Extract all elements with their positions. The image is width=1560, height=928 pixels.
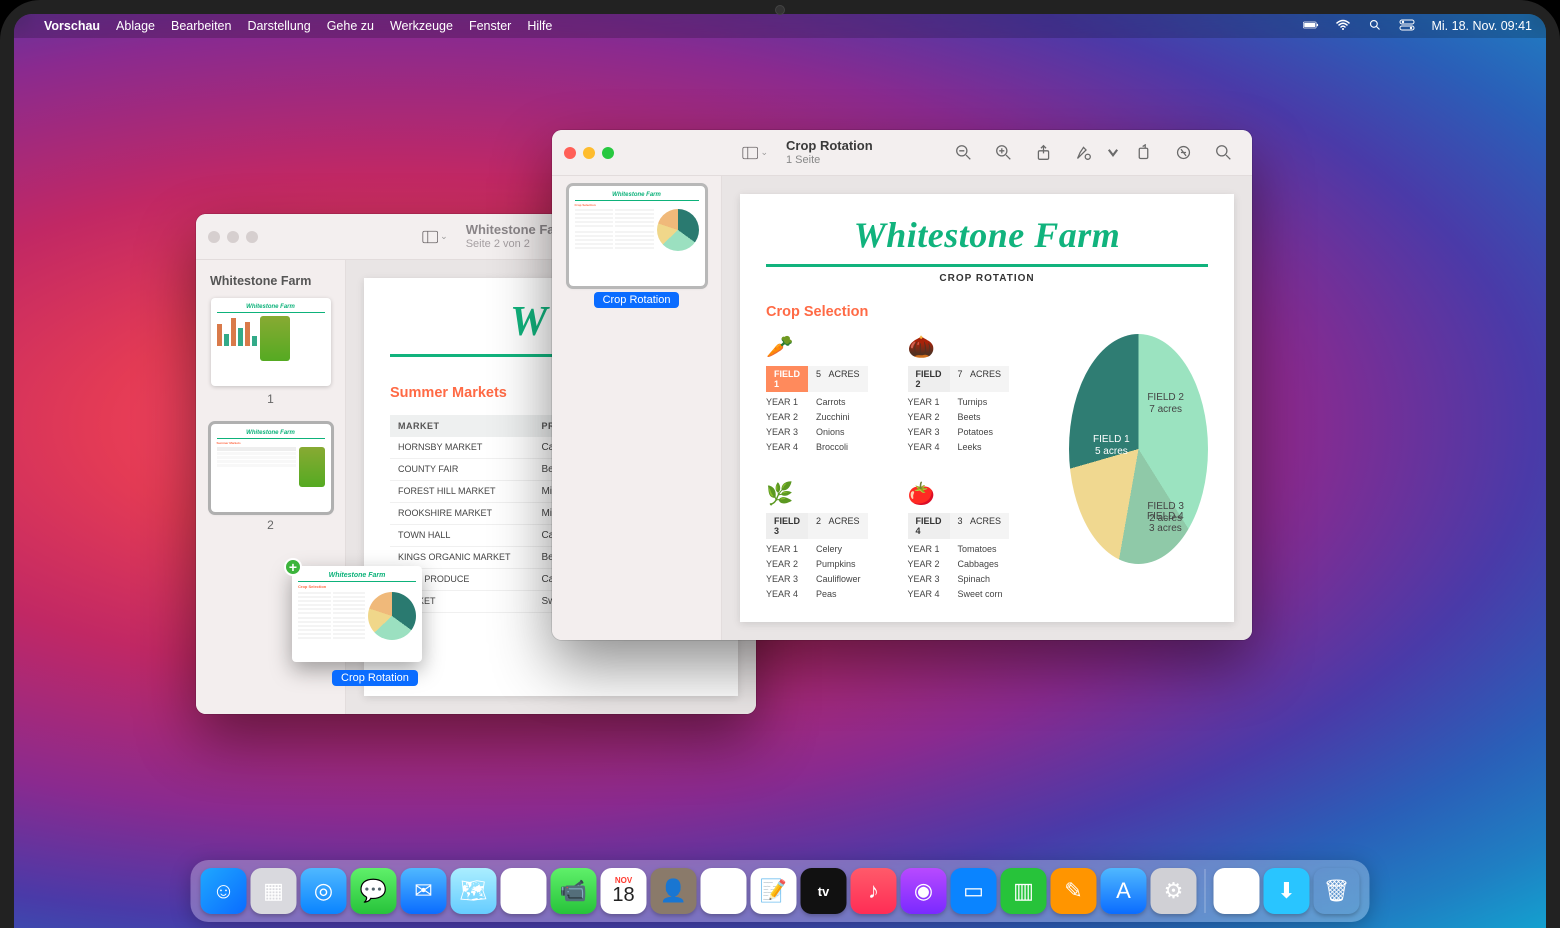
thumbnail-sidebar[interactable]: Whitestone Farm Crop Selection: [552, 176, 722, 640]
field-block: 🥕 FIELD 15 ACRESYEAR 1CarrotsYEAR 2Zucch…: [766, 334, 868, 455]
sidebar-toggle[interactable]: ⌄: [742, 142, 768, 164]
field-block: 🌿 FIELD 32 ACRESYEAR 1CeleryYEAR 2Pumpki…: [766, 481, 868, 602]
zoom-out-button[interactable]: [946, 140, 980, 166]
thumbnail-label: Crop Rotation: [594, 292, 680, 308]
thumbnail-number: 1: [267, 392, 274, 406]
dock-tv[interactable]: tv: [801, 868, 847, 914]
minimize-button[interactable]: [583, 147, 595, 159]
pie-label-field2: FIELD 27 acres: [1147, 392, 1184, 417]
dock-music[interactable]: ♪: [851, 868, 897, 914]
document-viewport[interactable]: Whitestone Farm CROP ROTATION Crop Selec…: [722, 176, 1252, 640]
window-subtitle: 1 Seite: [786, 154, 873, 167]
dock-calendar[interactable]: NOV18: [601, 868, 647, 914]
doc-title: Whitestone Farm: [766, 214, 1208, 256]
dock-numbers[interactable]: ▥: [1001, 868, 1047, 914]
dock-contacts[interactable]: 👤: [651, 868, 697, 914]
dock-downloads[interactable]: ⬇: [1264, 868, 1310, 914]
dock-keynote[interactable]: ▭: [951, 868, 997, 914]
wifi-icon[interactable]: [1335, 19, 1351, 34]
share-button[interactable]: [1026, 140, 1060, 166]
page-thumbnail-1[interactable]: Whitestone Farm Crop Selection: [562, 186, 711, 308]
dock-safari[interactable]: ◎: [301, 868, 347, 914]
menu-edit[interactable]: Bearbeiten: [171, 19, 231, 33]
dock-reminders[interactable]: ≡: [701, 868, 747, 914]
spotlight-icon[interactable]: [1367, 19, 1383, 34]
menu-goto[interactable]: Gehe zu: [327, 19, 374, 33]
field-block: 🍅 FIELD 43 ACRESYEAR 1TomatoesYEAR 2Cabb…: [908, 481, 1010, 602]
markup-chevron[interactable]: [1106, 140, 1120, 166]
pie-label-field1: FIELD 15 acres: [1093, 434, 1130, 459]
dock-photos[interactable]: ✿: [501, 868, 547, 914]
dock-mail[interactable]: ✉: [401, 868, 447, 914]
battery-icon[interactable]: [1303, 19, 1319, 34]
window-title: Crop Rotation: [786, 139, 873, 154]
control-center-icon[interactable]: [1399, 19, 1415, 34]
doc-subtitle: CROP ROTATION: [766, 273, 1208, 284]
close-button[interactable]: [208, 231, 220, 243]
traffic-lights[interactable]: [208, 231, 258, 243]
zoom-in-button[interactable]: [986, 140, 1020, 166]
camera: [775, 5, 785, 15]
close-button[interactable]: [564, 147, 576, 159]
menubar-datetime[interactable]: Mi. 18. Nov. 09:41: [1431, 19, 1532, 33]
menu-tools[interactable]: Werkzeuge: [390, 19, 453, 33]
dock-settings[interactable]: ⚙: [1151, 868, 1197, 914]
drag-ghost-thumbnail: ↖ + Whitestone Farm Crop Selection Crop …: [292, 566, 422, 662]
minimize-button[interactable]: [227, 231, 239, 243]
menu-window[interactable]: Fenster: [469, 19, 511, 33]
page-thumbnail-2[interactable]: Whitestone Farm Summer Markets: [206, 424, 335, 532]
fullscreen-button[interactable]: [602, 147, 614, 159]
traffic-lights[interactable]: [564, 147, 614, 159]
field-block: 🌰 FIELD 27 ACRESYEAR 1TurnipsYEAR 2Beets…: [908, 334, 1010, 455]
acreage-pie-chart: FIELD 15 acres FIELD 27 acres FIELD 32 a…: [1069, 334, 1208, 564]
highlight-button[interactable]: [1166, 140, 1200, 166]
sidebar-toggle[interactable]: ⌄: [422, 226, 448, 248]
thumbnail-number: 2: [267, 518, 274, 532]
page-thumbnail-1[interactable]: Whitestone Farm 1: [206, 298, 335, 406]
section-heading: Crop Selection: [766, 304, 1208, 320]
rotate-button[interactable]: [1126, 140, 1160, 166]
dock-finder[interactable]: ☺: [201, 868, 247, 914]
drag-label: Crop Rotation: [332, 670, 418, 686]
dock-trash[interactable]: 🗑: [1314, 868, 1360, 914]
search-button[interactable]: [1206, 140, 1240, 166]
app-menu[interactable]: Vorschau: [44, 19, 100, 33]
window-crop-rotation[interactable]: ⌄ Crop Rotation 1 Seite: [552, 130, 1252, 640]
col-market: MARKET: [390, 415, 533, 437]
document-page: Whitestone Farm CROP ROTATION Crop Selec…: [740, 194, 1234, 622]
dock-maps[interactable]: 🗺: [451, 868, 497, 914]
dock-messages[interactable]: 💬: [351, 868, 397, 914]
menu-view[interactable]: Darstellung: [247, 19, 310, 33]
dock-podcasts[interactable]: ◉: [901, 868, 947, 914]
menubar: Vorschau Ablage Bearbeiten Darstellung G…: [14, 14, 1546, 38]
menu-help[interactable]: Hilfe: [527, 19, 552, 33]
dock-appstore[interactable]: A: [1101, 868, 1147, 914]
sidebar-title: Whitestone Farm: [210, 274, 335, 288]
dock-notes[interactable]: 📝: [751, 868, 797, 914]
titlebar[interactable]: ⌄ Crop Rotation 1 Seite: [552, 130, 1252, 176]
dock-preview[interactable]: 🖼: [1214, 868, 1260, 914]
markup-button[interactable]: [1066, 140, 1100, 166]
pie-label-field4: FIELD 43 acres: [1147, 511, 1184, 536]
dock-launchpad[interactable]: ▦: [251, 868, 297, 914]
add-icon: +: [284, 558, 302, 576]
dock-facetime[interactable]: 📹: [551, 868, 597, 914]
dock[interactable]: ☺▦◎💬✉🗺✿📹NOV18👤≡📝tv♪◉▭▥✎A⚙ 🖼⬇🗑: [191, 860, 1370, 922]
menu-file[interactable]: Ablage: [116, 19, 155, 33]
fullscreen-button[interactable]: [246, 231, 258, 243]
dock-pages[interactable]: ✎: [1051, 868, 1097, 914]
